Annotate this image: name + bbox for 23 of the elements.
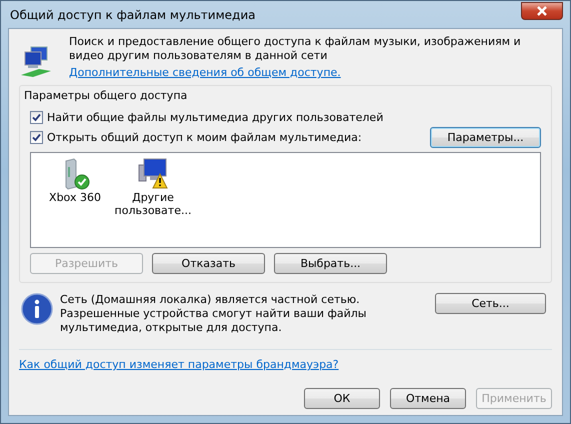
checkbox-label[interactable]: Открыть общий доступ к моим файлам мультимедиа: <box>47 131 362 144</box>
close-button[interactable] <box>521 2 563 20</box>
computer-icon[interactable] <box>136 157 170 191</box>
settings-button[interactable]: Параметры... <box>430 127 541 148</box>
device-action-button[interactable]: Выбрать... <box>274 253 387 274</box>
close-icon <box>536 6 548 16</box>
info-icon <box>21 293 53 325</box>
dialog-button[interactable]: Отмена <box>390 388 466 409</box>
device-action-button[interactable]: Отказать <box>152 253 265 274</box>
description-text: Поиск и предоставление общего доступа к файлам музыки, изображениям и видео другим пользователям в данной сети <box>69 35 522 63</box>
checkbox-label[interactable]: Найти общие файлы мультимедиа других пользователей <box>47 111 384 124</box>
window-title: Общий доступ к файлам мультимедиа <box>9 8 256 22</box>
device-label[interactable]: Другие пользовате... <box>114 191 192 217</box>
checkbox[interactable] <box>30 131 43 144</box>
network-computers-icon <box>19 45 53 79</box>
network-info-text: Сеть (Домашняя локалка) является частной сетью. Разрешенные устройства смогут найти ваши файлы мультимедиа, открытые для доступа. <box>60 293 368 335</box>
more-info-link[interactable]: Дополнительные сведения об общем доступе. <box>69 66 341 79</box>
dialog-button[interactable]: ОК <box>304 388 380 409</box>
firewall-link[interactable]: Как общий доступ изменяет параметры брандмауэра? <box>19 358 339 371</box>
group-title: Параметры общего доступа <box>24 89 188 102</box>
device-label[interactable]: Xbox 360 <box>49 191 101 204</box>
network-button[interactable]: Сеть... <box>435 293 546 314</box>
checkbox[interactable] <box>30 111 43 124</box>
